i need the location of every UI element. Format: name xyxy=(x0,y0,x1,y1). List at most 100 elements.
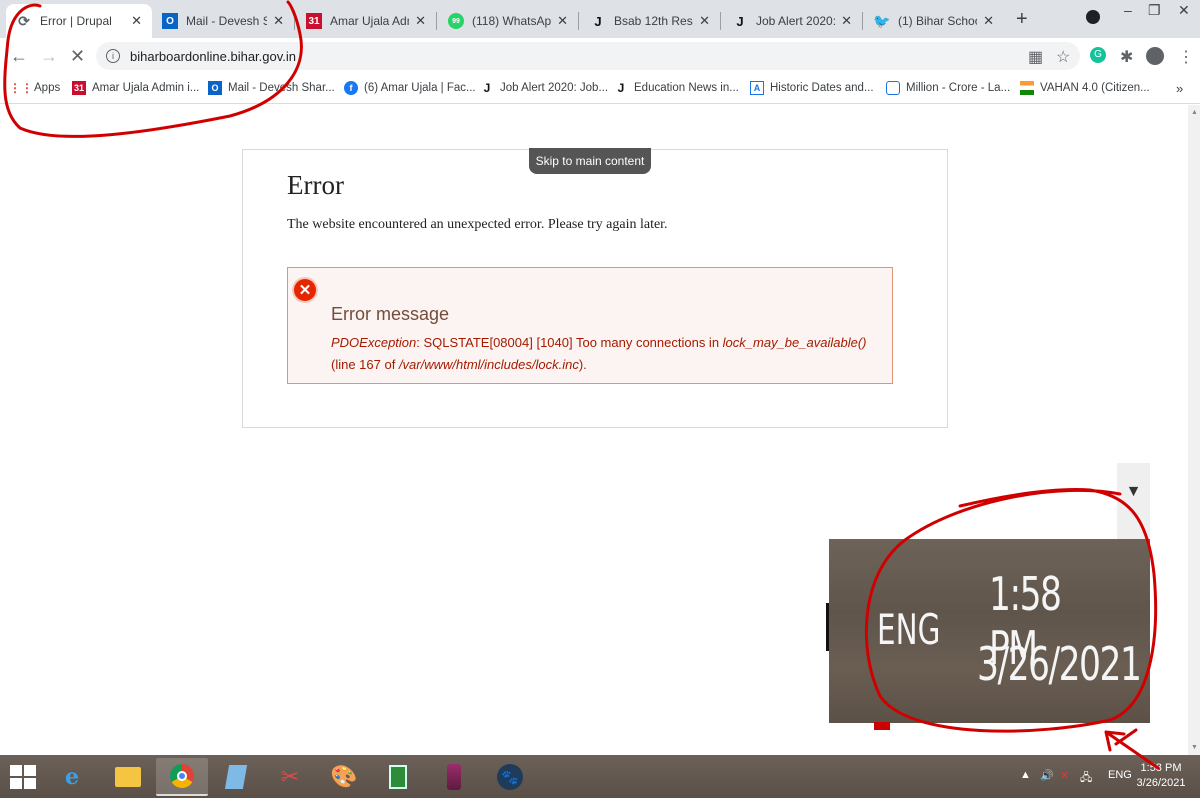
tab-divider xyxy=(862,12,863,30)
tab-title: Bsab 12th Result 2 xyxy=(614,14,693,28)
amar-ujala-icon: 31 xyxy=(72,81,86,95)
tab-divider xyxy=(436,12,437,30)
show-hidden-icons[interactable]: ▲ xyxy=(1020,769,1031,781)
scrollbar[interactable]: ▲ ▼ xyxy=(1188,105,1200,755)
back-icon[interactable]: ← xyxy=(10,46,28,67)
extensions-icon[interactable]: ✱ xyxy=(1120,47,1133,67)
bookmark-label: Mail - Devesh Shar... xyxy=(228,82,335,94)
browser-toolbar: ← → ✕ i biharboardonline.bihar.gov.in ▦ … xyxy=(0,38,1200,74)
snipping-tool-icon[interactable]: ✂ xyxy=(264,758,316,796)
tab-mail[interactable]: O Mail - Devesh Sha ✕ xyxy=(152,4,294,38)
bookmark-label: Job Alert 2020: Job... xyxy=(500,82,609,94)
url-text: biharboardonline.bihar.gov.in xyxy=(130,48,296,64)
profile-avatar-icon[interactable] xyxy=(1146,47,1164,65)
jagran-icon: J xyxy=(617,81,625,95)
internet-explorer-icon[interactable]: e xyxy=(46,758,98,796)
zoomed-language: ENG xyxy=(877,605,941,654)
page-icon xyxy=(886,81,900,95)
restore-icon[interactable]: ❐ xyxy=(1148,2,1161,19)
skip-to-main-link[interactable]: Skip to main content xyxy=(529,148,651,174)
filter-funnel-icon[interactable]: ▼ xyxy=(1117,463,1150,539)
taskbar-date: 3/26/2021 xyxy=(1136,777,1186,789)
exception-name: PDOException xyxy=(331,335,417,350)
tab-title: (1) Bihar School E xyxy=(898,14,977,28)
tab-whatsapp[interactable]: 99 (118) WhatsApp ✕ xyxy=(438,4,578,38)
close-tab-icon[interactable]: ✕ xyxy=(131,13,142,29)
close-tab-icon[interactable]: ✕ xyxy=(557,13,568,29)
facebook-icon: f xyxy=(344,81,358,95)
taskbar-language[interactable]: ENG xyxy=(1108,769,1132,781)
bookmark-label: (6) Amar Ujala | Fac... xyxy=(364,82,476,94)
volume-icon[interactable]: 🔊 xyxy=(1040,769,1054,782)
page-title: Error xyxy=(287,170,344,200)
close-tab-icon[interactable]: ✕ xyxy=(273,13,284,29)
close-tab-icon[interactable]: ✕ xyxy=(699,13,710,29)
bookmark-label: Education News in... xyxy=(634,82,739,94)
zoomed-clock-inset: ENG 1:58 PM 3/26/2021 xyxy=(829,539,1150,723)
error-message-heading: Error message xyxy=(331,304,450,324)
function-name: lock_may_be_available() xyxy=(722,335,867,350)
start-windows-icon[interactable] xyxy=(10,765,36,789)
file-explorer-icon[interactable] xyxy=(102,758,154,796)
historic-dates-icon: A xyxy=(750,81,764,95)
bookmark-label: Apps xyxy=(34,82,61,94)
tab-bihar-school[interactable]: 🐦 (1) Bihar School E ✕ xyxy=(864,4,1004,38)
tab-title: Amar Ujala Admin xyxy=(330,14,409,28)
close-tab-icon[interactable]: ✕ xyxy=(983,13,994,29)
bookmark-star-icon[interactable]: ☆ xyxy=(1056,47,1070,67)
bookmark-label: Million - Crore - La... xyxy=(906,82,1011,94)
profile-badge-icon[interactable] xyxy=(1086,10,1100,24)
tab-title: Mail - Devesh Sha xyxy=(186,14,268,28)
bookmark-job-alert[interactable]: J Job Alert 2020: Job... xyxy=(480,81,608,95)
jagran-icon: J xyxy=(736,13,744,29)
twitter-icon: 🐦 xyxy=(873,12,891,29)
minimize-icon[interactable]: ‒ xyxy=(1124,2,1132,18)
jagran-icon: J xyxy=(594,13,602,29)
taskbar-clock[interactable]: 1:58 PM 3/26/2021 xyxy=(1136,761,1186,791)
new-tab-button[interactable]: + xyxy=(1016,8,1028,31)
bookmark-amar-ujala-admin[interactable]: 31 Amar Ujala Admin i... xyxy=(72,81,199,95)
close-tab-icon[interactable]: ✕ xyxy=(841,13,852,29)
scroll-down-icon[interactable]: ▼ xyxy=(1191,744,1198,751)
bookmark-education-news[interactable]: J Education News in... xyxy=(614,81,739,95)
bookmark-label: VAHAN 4.0 (Citizen... xyxy=(1040,82,1150,94)
scroll-up-icon[interactable]: ▲ xyxy=(1191,109,1198,116)
tab-bsab-result[interactable]: J Bsab 12th Result 2 ✕ xyxy=(580,4,720,38)
chrome-icon[interactable] xyxy=(156,758,208,796)
close-window-icon[interactable]: ✕ xyxy=(1178,2,1190,19)
tab-error-drupal[interactable]: ⟳ Error | Drupal ✕ xyxy=(6,4,152,38)
india-flag-icon xyxy=(1020,81,1034,95)
bookmark-vahan[interactable]: VAHAN 4.0 (Citizen... xyxy=(1020,81,1150,95)
bookmark-label: Amar Ujala Admin i... xyxy=(92,82,200,94)
bookmark-facebook[interactable]: f (6) Amar Ujala | Fac... xyxy=(344,81,476,95)
message-text: (line 167 of xyxy=(331,357,399,372)
close-tab-icon[interactable]: ✕ xyxy=(415,13,426,29)
outlook-icon: O xyxy=(162,13,178,29)
bookmark-mail[interactable]: O Mail - Devesh Shar... xyxy=(208,81,335,95)
message-text: : SQLSTATE[08004] [1040] Too many connec… xyxy=(416,335,723,350)
network-error-icon[interactable]: ✕ xyxy=(1060,769,1069,782)
forward-icon[interactable]: → xyxy=(40,46,58,67)
tab-amar-ujala[interactable]: 31 Amar Ujala Admin ✕ xyxy=(296,4,436,38)
bookmark-apps[interactable]: ⋮⋮ Apps xyxy=(9,81,61,95)
stop-loading-icon[interactable]: ✕ xyxy=(70,46,85,67)
taskbar-time: 1:58 PM xyxy=(1140,762,1182,774)
apps-grid-icon: ⋮⋮ xyxy=(9,81,33,95)
menu-kebab-icon[interactable]: ⋮ xyxy=(1178,47,1194,67)
calculator-icon[interactable] xyxy=(372,758,424,796)
site-info-icon[interactable]: i xyxy=(106,49,120,63)
bookmarks-overflow-button[interactable]: » xyxy=(1176,81,1183,96)
address-bar[interactable]: i biharboardonline.bihar.gov.in xyxy=(96,42,1080,70)
bookmark-historic-dates[interactable]: A Historic Dates and... xyxy=(750,81,874,95)
notepad-icon[interactable] xyxy=(210,758,262,796)
network-icon[interactable]: 🖧 xyxy=(1080,769,1092,788)
error-message-body: PDOException: SQLSTATE[08004] [1040] Too… xyxy=(331,332,876,376)
paw-app-icon[interactable]: 🐾 xyxy=(484,758,536,796)
grammarly-icon[interactable]: G xyxy=(1090,47,1106,63)
app-icon[interactable] xyxy=(428,758,480,796)
bookmark-million-crore[interactable]: Million - Crore - La... xyxy=(886,81,1010,95)
paint-icon[interactable]: 🎨 xyxy=(318,758,370,796)
tab-job-alert[interactable]: J Job Alert 2020: Jo ✕ xyxy=(722,4,862,38)
qr-code-icon[interactable]: ▦ xyxy=(1028,47,1043,67)
bookmarks-bar: ⋮⋮ Apps 31 Amar Ujala Admin i... O Mail … xyxy=(0,74,1200,104)
